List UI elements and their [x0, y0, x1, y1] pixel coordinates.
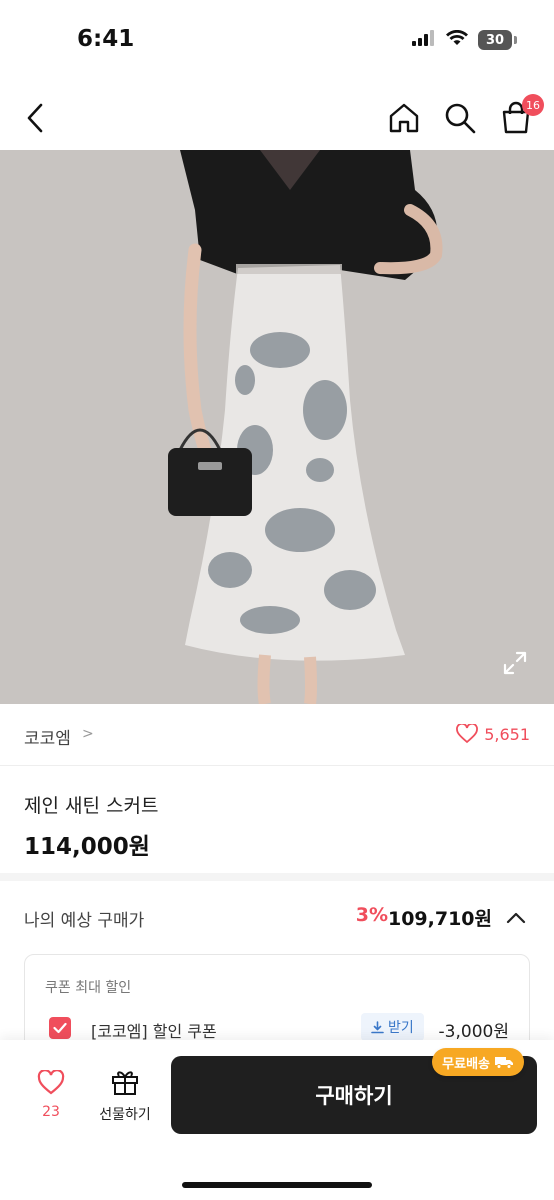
- check-icon: [53, 1022, 67, 1034]
- wifi-icon: [446, 29, 468, 50]
- chevron-right-icon: >: [82, 726, 94, 742]
- home-button[interactable]: [386, 98, 422, 138]
- free-shipping-label: 무료배송: [442, 1056, 490, 1072]
- home-icon: [389, 103, 419, 133]
- chevron-up-icon: [506, 912, 526, 924]
- heart-icon: [37, 1070, 65, 1095]
- status-icons: 30: [412, 29, 517, 50]
- download-icon: [371, 1020, 384, 1033]
- expand-icon: [503, 651, 527, 675]
- heart-icon: [456, 724, 479, 744]
- coupon-get-button[interactable]: 받기: [361, 1013, 424, 1041]
- estimated-price-label: 나의 예상 구매가: [24, 911, 145, 931]
- status-bar: 6:41 30: [0, 0, 554, 84]
- product-image[interactable]: [0, 150, 554, 704]
- back-button[interactable]: [20, 98, 50, 138]
- buy-button-label: 구매하기: [315, 1084, 393, 1108]
- gift-button[interactable]: 선물하기: [90, 1068, 160, 1132]
- cart-count-badge: 16: [522, 94, 544, 116]
- wish-button[interactable]: 23: [26, 1070, 76, 1130]
- search-button[interactable]: [442, 98, 478, 138]
- product-photo: [0, 150, 554, 704]
- signal-icon: [412, 30, 436, 50]
- top-nav: 16: [0, 84, 554, 150]
- free-shipping-badge: 무료배송: [432, 1048, 524, 1076]
- product-info: 제인 새틴 스커트 114,000원: [0, 767, 554, 881]
- collapse-button[interactable]: [502, 904, 530, 932]
- wish-count: 23: [42, 1104, 60, 1120]
- coupon-checkbox[interactable]: [49, 1017, 71, 1039]
- coupon-amount: -3,000원: [438, 1022, 509, 1042]
- product-price: 114,000원: [24, 834, 150, 860]
- brand-row: 코코엠 > 5,651: [0, 704, 554, 766]
- like-count[interactable]: 5,651: [456, 724, 530, 744]
- estimated-price: 109,710원: [387, 908, 492, 930]
- chevron-left-icon: [27, 103, 43, 133]
- gift-label: 선물하기: [99, 1107, 151, 1123]
- estimated-price-row[interactable]: 나의 예상 구매가 3% 109,710원: [0, 888, 554, 948]
- coupon-header: 쿠폰 최대 할인: [45, 980, 132, 996]
- battery-icon: 30: [478, 30, 517, 50]
- bottom-action-bar: 23 선물하기 구매하기 무료배송: [0, 1040, 554, 1200]
- search-icon: [445, 103, 476, 134]
- nav-actions: 16: [386, 94, 544, 138]
- home-indicator: [182, 1182, 372, 1188]
- coupon-name: [코코엠] 할인 쿠폰: [91, 1022, 217, 1041]
- gift-icon: [112, 1071, 138, 1095]
- like-count-value: 5,651: [484, 724, 530, 744]
- product-title: 제인 새틴 스커트: [24, 795, 159, 817]
- brand-link[interactable]: 코코엠: [24, 724, 71, 749]
- status-time: 6:41: [77, 26, 135, 52]
- cart-button[interactable]: 16: [498, 94, 544, 138]
- estimated-discount: 3%: [355, 904, 388, 926]
- truck-icon: [495, 1057, 513, 1069]
- coupon-get-label: 받기: [388, 1020, 414, 1036]
- expand-image-button[interactable]: [500, 648, 530, 678]
